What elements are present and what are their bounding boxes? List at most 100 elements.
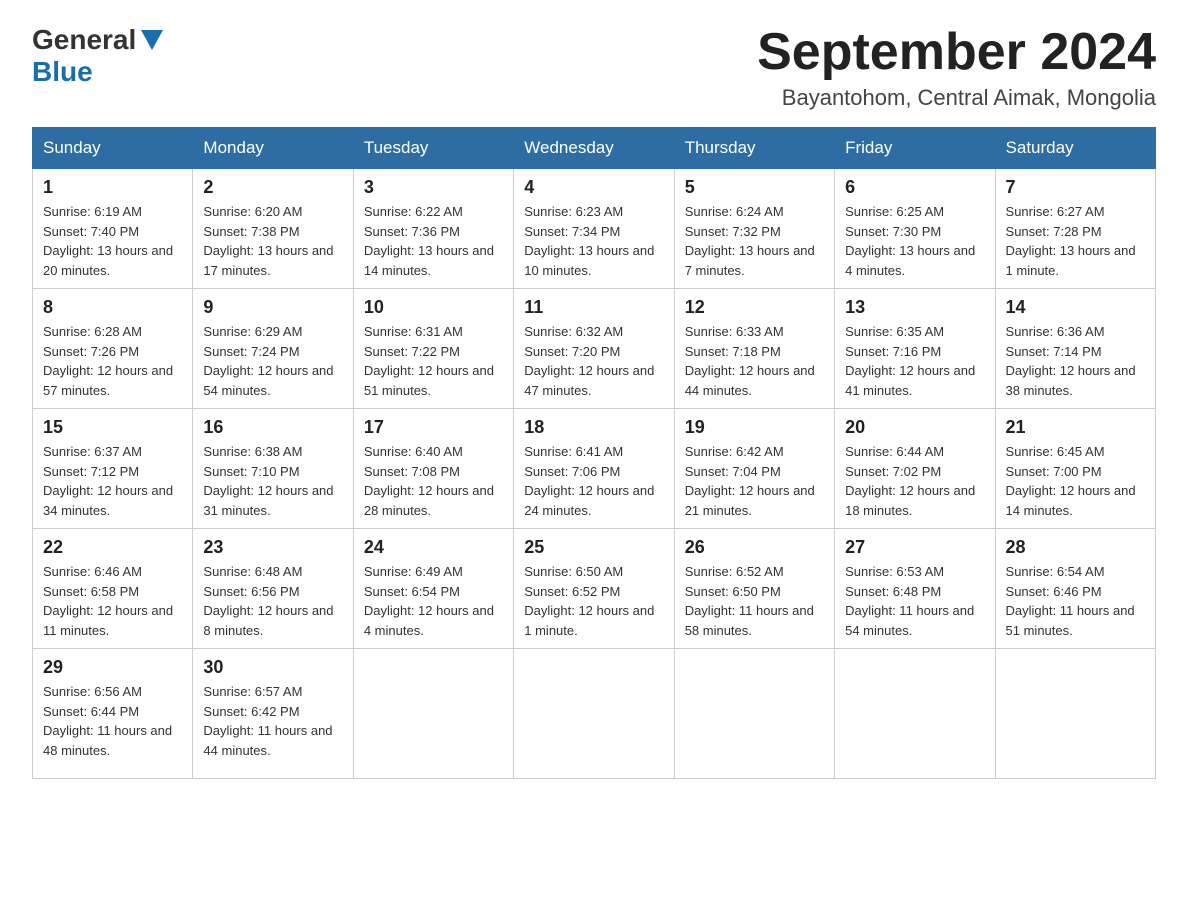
day-info: Sunrise: 6:53 AMSunset: 6:48 PMDaylight:…	[845, 562, 984, 640]
day-info: Sunrise: 6:46 AMSunset: 6:58 PMDaylight:…	[43, 562, 182, 640]
calendar-day-header: Monday	[193, 128, 353, 169]
day-info: Sunrise: 6:33 AMSunset: 7:18 PMDaylight:…	[685, 322, 824, 400]
day-info: Sunrise: 6:36 AMSunset: 7:14 PMDaylight:…	[1006, 322, 1145, 400]
day-info: Sunrise: 6:28 AMSunset: 7:26 PMDaylight:…	[43, 322, 182, 400]
day-number: 21	[1006, 417, 1145, 438]
calendar-day-cell: 4 Sunrise: 6:23 AMSunset: 7:34 PMDaylight…	[514, 169, 674, 289]
day-number: 23	[203, 537, 342, 558]
day-info: Sunrise: 6:35 AMSunset: 7:16 PMDaylight:…	[845, 322, 984, 400]
day-number: 29	[43, 657, 182, 678]
calendar-day-cell: 14 Sunrise: 6:36 AMSunset: 7:14 PMDayligh…	[995, 289, 1155, 409]
day-info: Sunrise: 6:25 AMSunset: 7:30 PMDaylight:…	[845, 202, 984, 280]
day-info: Sunrise: 6:48 AMSunset: 6:56 PMDaylight:…	[203, 562, 342, 640]
day-number: 25	[524, 537, 663, 558]
day-info: Sunrise: 6:29 AMSunset: 7:24 PMDaylight:…	[203, 322, 342, 400]
calendar-day-cell: 29 Sunrise: 6:56 AMSunset: 6:44 PMDayligh…	[33, 649, 193, 779]
day-number: 15	[43, 417, 182, 438]
calendar-week-row: 15 Sunrise: 6:37 AMSunset: 7:12 PMDayligh…	[33, 409, 1156, 529]
calendar-day-cell: 6 Sunrise: 6:25 AMSunset: 7:30 PMDaylight…	[835, 169, 995, 289]
calendar-day-cell: 17 Sunrise: 6:40 AMSunset: 7:08 PMDayligh…	[353, 409, 513, 529]
day-number: 13	[845, 297, 984, 318]
calendar-table: SundayMondayTuesdayWednesdayThursdayFrid…	[32, 127, 1156, 779]
calendar-day-cell: 19Sunrise: 6:42 AMSunset: 7:04 PMDayligh…	[674, 409, 834, 529]
day-number: 7	[1006, 177, 1145, 198]
day-number: 2	[203, 177, 342, 198]
logo-general-text: General	[32, 24, 136, 56]
calendar-day-cell: 5 Sunrise: 6:24 AMSunset: 7:32 PMDaylight…	[674, 169, 834, 289]
day-info: Sunrise: 6:37 AMSunset: 7:12 PMDaylight:…	[43, 442, 182, 520]
day-number: 28	[1006, 537, 1145, 558]
calendar-day-cell: 27 Sunrise: 6:53 AMSunset: 6:48 PMDayligh…	[835, 529, 995, 649]
day-info: Sunrise: 6:23 AMSunset: 7:34 PMDaylight:…	[524, 202, 663, 280]
day-info: Sunrise: 6:24 AMSunset: 7:32 PMDaylight:…	[685, 202, 824, 280]
day-number: 4	[524, 177, 663, 198]
day-number: 8	[43, 297, 182, 318]
calendar-day-cell: 3 Sunrise: 6:22 AMSunset: 7:36 PMDaylight…	[353, 169, 513, 289]
calendar-day-cell: 15 Sunrise: 6:37 AMSunset: 7:12 PMDayligh…	[33, 409, 193, 529]
day-info: Sunrise: 6:56 AMSunset: 6:44 PMDaylight:…	[43, 682, 182, 760]
day-info: Sunrise: 6:31 AMSunset: 7:22 PMDaylight:…	[364, 322, 503, 400]
logo-blue-text: Blue	[32, 56, 93, 87]
day-number: 18	[524, 417, 663, 438]
day-info: Sunrise: 6:41 AMSunset: 7:06 PMDaylight:…	[524, 442, 663, 520]
calendar-day-cell	[514, 649, 674, 779]
day-info: Sunrise: 6:44 AMSunset: 7:02 PMDaylight:…	[845, 442, 984, 520]
calendar-week-row: 29 Sunrise: 6:56 AMSunset: 6:44 PMDayligh…	[33, 649, 1156, 779]
calendar-day-header: Saturday	[995, 128, 1155, 169]
calendar-day-cell: 10 Sunrise: 6:31 AMSunset: 7:22 PMDayligh…	[353, 289, 513, 409]
calendar-day-cell: 8 Sunrise: 6:28 AMSunset: 7:26 PMDaylight…	[33, 289, 193, 409]
day-number: 3	[364, 177, 503, 198]
day-info: Sunrise: 6:32 AMSunset: 7:20 PMDaylight:…	[524, 322, 663, 400]
calendar-day-cell: 18 Sunrise: 6:41 AMSunset: 7:06 PMDayligh…	[514, 409, 674, 529]
day-number: 26	[685, 537, 824, 558]
day-number: 20	[845, 417, 984, 438]
calendar-header-row: SundayMondayTuesdayWednesdayThursdayFrid…	[33, 128, 1156, 169]
calendar-day-header: Wednesday	[514, 128, 674, 169]
day-info: Sunrise: 6:52 AMSunset: 6:50 PMDaylight:…	[685, 562, 824, 640]
calendar-day-cell: 2 Sunrise: 6:20 AMSunset: 7:38 PMDaylight…	[193, 169, 353, 289]
day-info: Sunrise: 6:45 AMSunset: 7:00 PMDaylight:…	[1006, 442, 1145, 520]
day-number: 11	[524, 297, 663, 318]
day-number: 5	[685, 177, 824, 198]
calendar-day-cell: 13 Sunrise: 6:35 AMSunset: 7:16 PMDayligh…	[835, 289, 995, 409]
calendar-title: September 2024	[757, 24, 1156, 81]
calendar-day-cell: 22Sunrise: 6:46 AMSunset: 6:58 PMDayligh…	[33, 529, 193, 649]
calendar-day-cell: 26 Sunrise: 6:52 AMSunset: 6:50 PMDayligh…	[674, 529, 834, 649]
calendar-day-header: Thursday	[674, 128, 834, 169]
day-info: Sunrise: 6:50 AMSunset: 6:52 PMDaylight:…	[524, 562, 663, 640]
calendar-day-cell: 30Sunrise: 6:57 AMSunset: 6:42 PMDayligh…	[193, 649, 353, 779]
calendar-week-row: 22Sunrise: 6:46 AMSunset: 6:58 PMDayligh…	[33, 529, 1156, 649]
day-number: 10	[364, 297, 503, 318]
day-number: 24	[364, 537, 503, 558]
logo-triangle-icon	[141, 30, 163, 52]
calendar-day-cell: 9 Sunrise: 6:29 AMSunset: 7:24 PMDaylight…	[193, 289, 353, 409]
calendar-day-cell	[353, 649, 513, 779]
day-number: 17	[364, 417, 503, 438]
day-number: 9	[203, 297, 342, 318]
day-number: 30	[203, 657, 342, 678]
day-number: 6	[845, 177, 984, 198]
page-header: General Blue September 2024 Bayantohom, …	[32, 24, 1156, 111]
calendar-week-row: 8 Sunrise: 6:28 AMSunset: 7:26 PMDaylight…	[33, 289, 1156, 409]
day-number: 16	[203, 417, 342, 438]
calendar-day-cell: 28 Sunrise: 6:54 AMSunset: 6:46 PMDayligh…	[995, 529, 1155, 649]
calendar-day-cell: 25 Sunrise: 6:50 AMSunset: 6:52 PMDayligh…	[514, 529, 674, 649]
title-section: September 2024 Bayantohom, Central Aimak…	[757, 24, 1156, 111]
day-info: Sunrise: 6:54 AMSunset: 6:46 PMDaylight:…	[1006, 562, 1145, 640]
day-number: 12	[685, 297, 824, 318]
calendar-day-cell: 16 Sunrise: 6:38 AMSunset: 7:10 PMDayligh…	[193, 409, 353, 529]
calendar-day-cell: 24 Sunrise: 6:49 AMSunset: 6:54 PMDayligh…	[353, 529, 513, 649]
calendar-week-row: 1Sunrise: 6:19 AMSunset: 7:40 PMDaylight…	[33, 169, 1156, 289]
calendar-day-header: Sunday	[33, 128, 193, 169]
day-info: Sunrise: 6:40 AMSunset: 7:08 PMDaylight:…	[364, 442, 503, 520]
day-info: Sunrise: 6:42 AMSunset: 7:04 PMDaylight:…	[685, 442, 824, 520]
day-info: Sunrise: 6:22 AMSunset: 7:36 PMDaylight:…	[364, 202, 503, 280]
day-info: Sunrise: 6:20 AMSunset: 7:38 PMDaylight:…	[203, 202, 342, 280]
calendar-day-cell	[835, 649, 995, 779]
day-number: 27	[845, 537, 984, 558]
day-info: Sunrise: 6:38 AMSunset: 7:10 PMDaylight:…	[203, 442, 342, 520]
location-title: Bayantohom, Central Aimak, Mongolia	[757, 85, 1156, 111]
day-info: Sunrise: 6:49 AMSunset: 6:54 PMDaylight:…	[364, 562, 503, 640]
calendar-day-cell: 7Sunrise: 6:27 AMSunset: 7:28 PMDaylight…	[995, 169, 1155, 289]
day-number: 14	[1006, 297, 1145, 318]
